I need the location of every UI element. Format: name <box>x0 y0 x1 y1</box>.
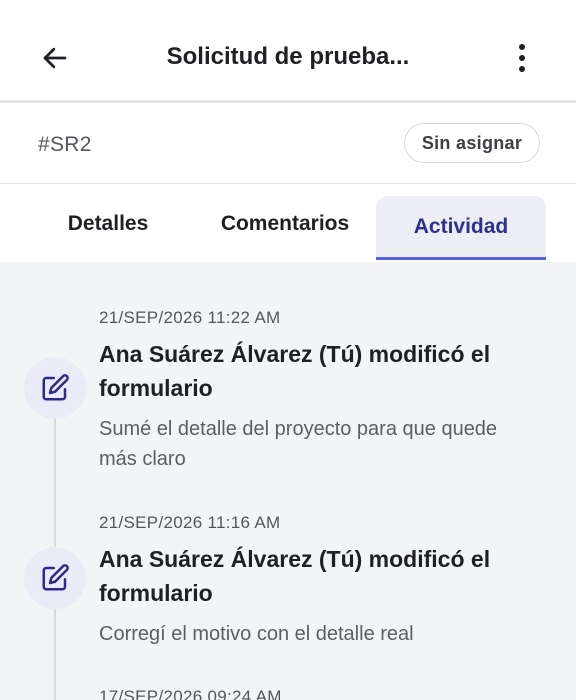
edit-icon-badge <box>24 357 86 419</box>
ticket-id: #SR2 <box>38 133 92 156</box>
tab-actividad[interactable]: Actividad <box>376 196 546 260</box>
app-bar: Solicitud de prueba... <box>0 0 576 103</box>
edit-icon-badge <box>24 547 86 609</box>
tab-bar: Detalles Comentarios Actividad <box>0 184 576 262</box>
activity-description: Sumé el detalle del proyecto para que qu… <box>99 418 498 470</box>
edit-icon <box>42 374 69 401</box>
activity-title: Ana Suárez Álvarez (Tú) modificó el form… <box>99 341 491 401</box>
activity-title: Ana Suárez Álvarez (Tú) modificó el form… <box>99 546 491 606</box>
more-options-button[interactable] <box>500 36 544 80</box>
more-vertical-icon <box>519 44 525 72</box>
activity-timestamp: 21/SEP/2026 11:16 AM <box>99 513 281 532</box>
activity-description: Corregí el motivo con el detalle real <box>99 623 414 645</box>
tab-detalles[interactable]: Detalles <box>40 196 176 251</box>
assignee-badge[interactable]: Sin asignar <box>404 123 540 163</box>
page-title: Solicitud de prueba... <box>166 43 410 70</box>
ticket-info-bar: #SR2 Sin asignar <box>0 103 576 184</box>
back-button[interactable] <box>30 36 80 80</box>
arrow-left-icon <box>43 47 67 69</box>
edit-icon <box>42 564 69 591</box>
activity-timestamp: 17/SEP/2026 09:24 AM <box>99 687 282 700</box>
activity-feed: 21/SEP/2026 11:22 AM Ana Suárez Álvarez … <box>0 262 576 700</box>
activity-timestamp: 21/SEP/2026 11:22 AM <box>99 308 281 327</box>
tab-comentarios[interactable]: Comentarios <box>195 196 375 251</box>
